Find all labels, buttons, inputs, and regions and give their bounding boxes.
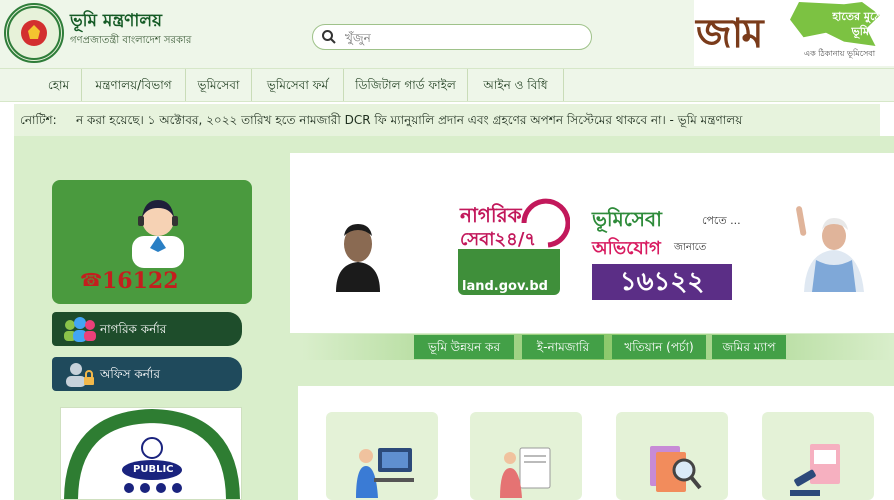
award-word: PUBLIC bbox=[133, 464, 174, 475]
nav-item-land-service[interactable]: ভূমিসেবা bbox=[186, 69, 252, 101]
father-of-nation-portrait bbox=[330, 214, 386, 292]
prime-minister-portrait bbox=[794, 200, 872, 292]
notice-label: নোটিশ: bbox=[20, 113, 57, 127]
bhumisheba-suffix: পেতে ... bbox=[702, 214, 741, 227]
land-development-tax-button[interactable]: ভূমি উন্নয়ন কর bbox=[414, 335, 514, 359]
site-subtitle: গণপ্রজাতন্ত্রী বাংলাদেশ সরকার bbox=[70, 35, 192, 46]
nav-item-digital-guard-file[interactable]: ডিজিটাল গার্ড ফাইল bbox=[344, 69, 468, 101]
nav-item-ministry[interactable]: মন্ত্রণালয়/বিভাগ bbox=[82, 69, 186, 101]
search-icon[interactable] bbox=[321, 29, 337, 49]
document-worker-icon bbox=[500, 447, 551, 498]
brand-mark: জাম bbox=[696, 10, 764, 57]
nav-item-home[interactable]: হোম bbox=[36, 69, 82, 101]
jomi-brand[interactable]: জাম হাতের মুঠোয় ভূমিসেবা এক ঠিকানায় ভূ… bbox=[694, 0, 894, 66]
government-logo[interactable] bbox=[4, 3, 64, 63]
search-input[interactable] bbox=[343, 27, 587, 49]
citizen-corner-button[interactable]: নাগরিক কর্নার bbox=[52, 312, 242, 346]
notice-bar: নোটিশ: ন করা হয়েছে। ১ অক্টোবর, ২০২২ তার… bbox=[14, 104, 880, 136]
award-emblem-icon bbox=[64, 408, 240, 499]
computer-user-icon bbox=[356, 448, 414, 498]
service-card-document-application[interactable] bbox=[470, 412, 582, 500]
land-map-button[interactable]: জমির ম্যাপ bbox=[712, 335, 786, 359]
nav-item-law-rules[interactable]: আইন ও বিধি bbox=[468, 69, 564, 101]
public-service-award-badge[interactable]: PUBLIC bbox=[60, 407, 242, 500]
site-header: ভূমি মন্ত্রণালয় গণপ্রজাতন্ত্রী বাংলাদেশ… bbox=[0, 0, 894, 68]
khatian-button[interactable]: খতিয়ান (পর্চা) bbox=[612, 335, 706, 359]
magnifier-document-icon bbox=[650, 446, 702, 492]
brand-tagline: এক ঠিকানায় ভূমিসেবা bbox=[804, 49, 876, 58]
phone-icon: ☎ bbox=[80, 270, 103, 291]
service-card-online-service[interactable] bbox=[326, 412, 438, 500]
complaint-heading: অভিযোগ bbox=[592, 238, 661, 259]
service-card-legal-case[interactable] bbox=[762, 412, 874, 500]
hotline-number: 16122 bbox=[102, 268, 179, 294]
main-nav: হোম মন্ত্রণালয়/বিভাগ ভূমিসেবা ভূমিসেবা … bbox=[0, 68, 894, 102]
search-box[interactable] bbox=[312, 24, 592, 50]
citizen-service-logo: নাগরিক সেবা২৪/৭ land.gov.bd bbox=[458, 193, 570, 303]
support-agent-icon bbox=[132, 200, 184, 268]
site-title[interactable]: ভূমি মন্ত্রণালয় bbox=[70, 8, 162, 36]
nav-item-service-form[interactable]: ভূমিসেবা ফর্ম bbox=[252, 69, 344, 101]
citizens-group-icon bbox=[64, 317, 96, 342]
hotline-card[interactable]: ☎ 16122 bbox=[52, 180, 252, 304]
gavel-document-icon bbox=[790, 444, 840, 496]
office-corner-button[interactable]: অফিস কর্নার bbox=[52, 357, 242, 391]
office-corner-label: অফিস কর্নার bbox=[100, 367, 160, 381]
citizen-corner-label: নাগরিক কর্নার bbox=[100, 322, 167, 336]
e-namjari-button[interactable]: ই-নামজারি bbox=[522, 335, 604, 359]
complaint-suffix: জানাতে bbox=[674, 242, 707, 253]
land-portal-url[interactable]: land.gov.bd bbox=[462, 279, 548, 294]
complaint-hotline[interactable]: ১৬১২২ bbox=[592, 264, 732, 300]
office-user-icon bbox=[66, 363, 94, 387]
brand-line-2: ভূমিসেবা bbox=[851, 25, 890, 38]
service-card-record-search[interactable] bbox=[616, 412, 728, 500]
notice-ticker[interactable]: ন করা হয়েছে। ১ অক্টোবর, ২০২২ তারিখ হতে … bbox=[76, 112, 876, 132]
